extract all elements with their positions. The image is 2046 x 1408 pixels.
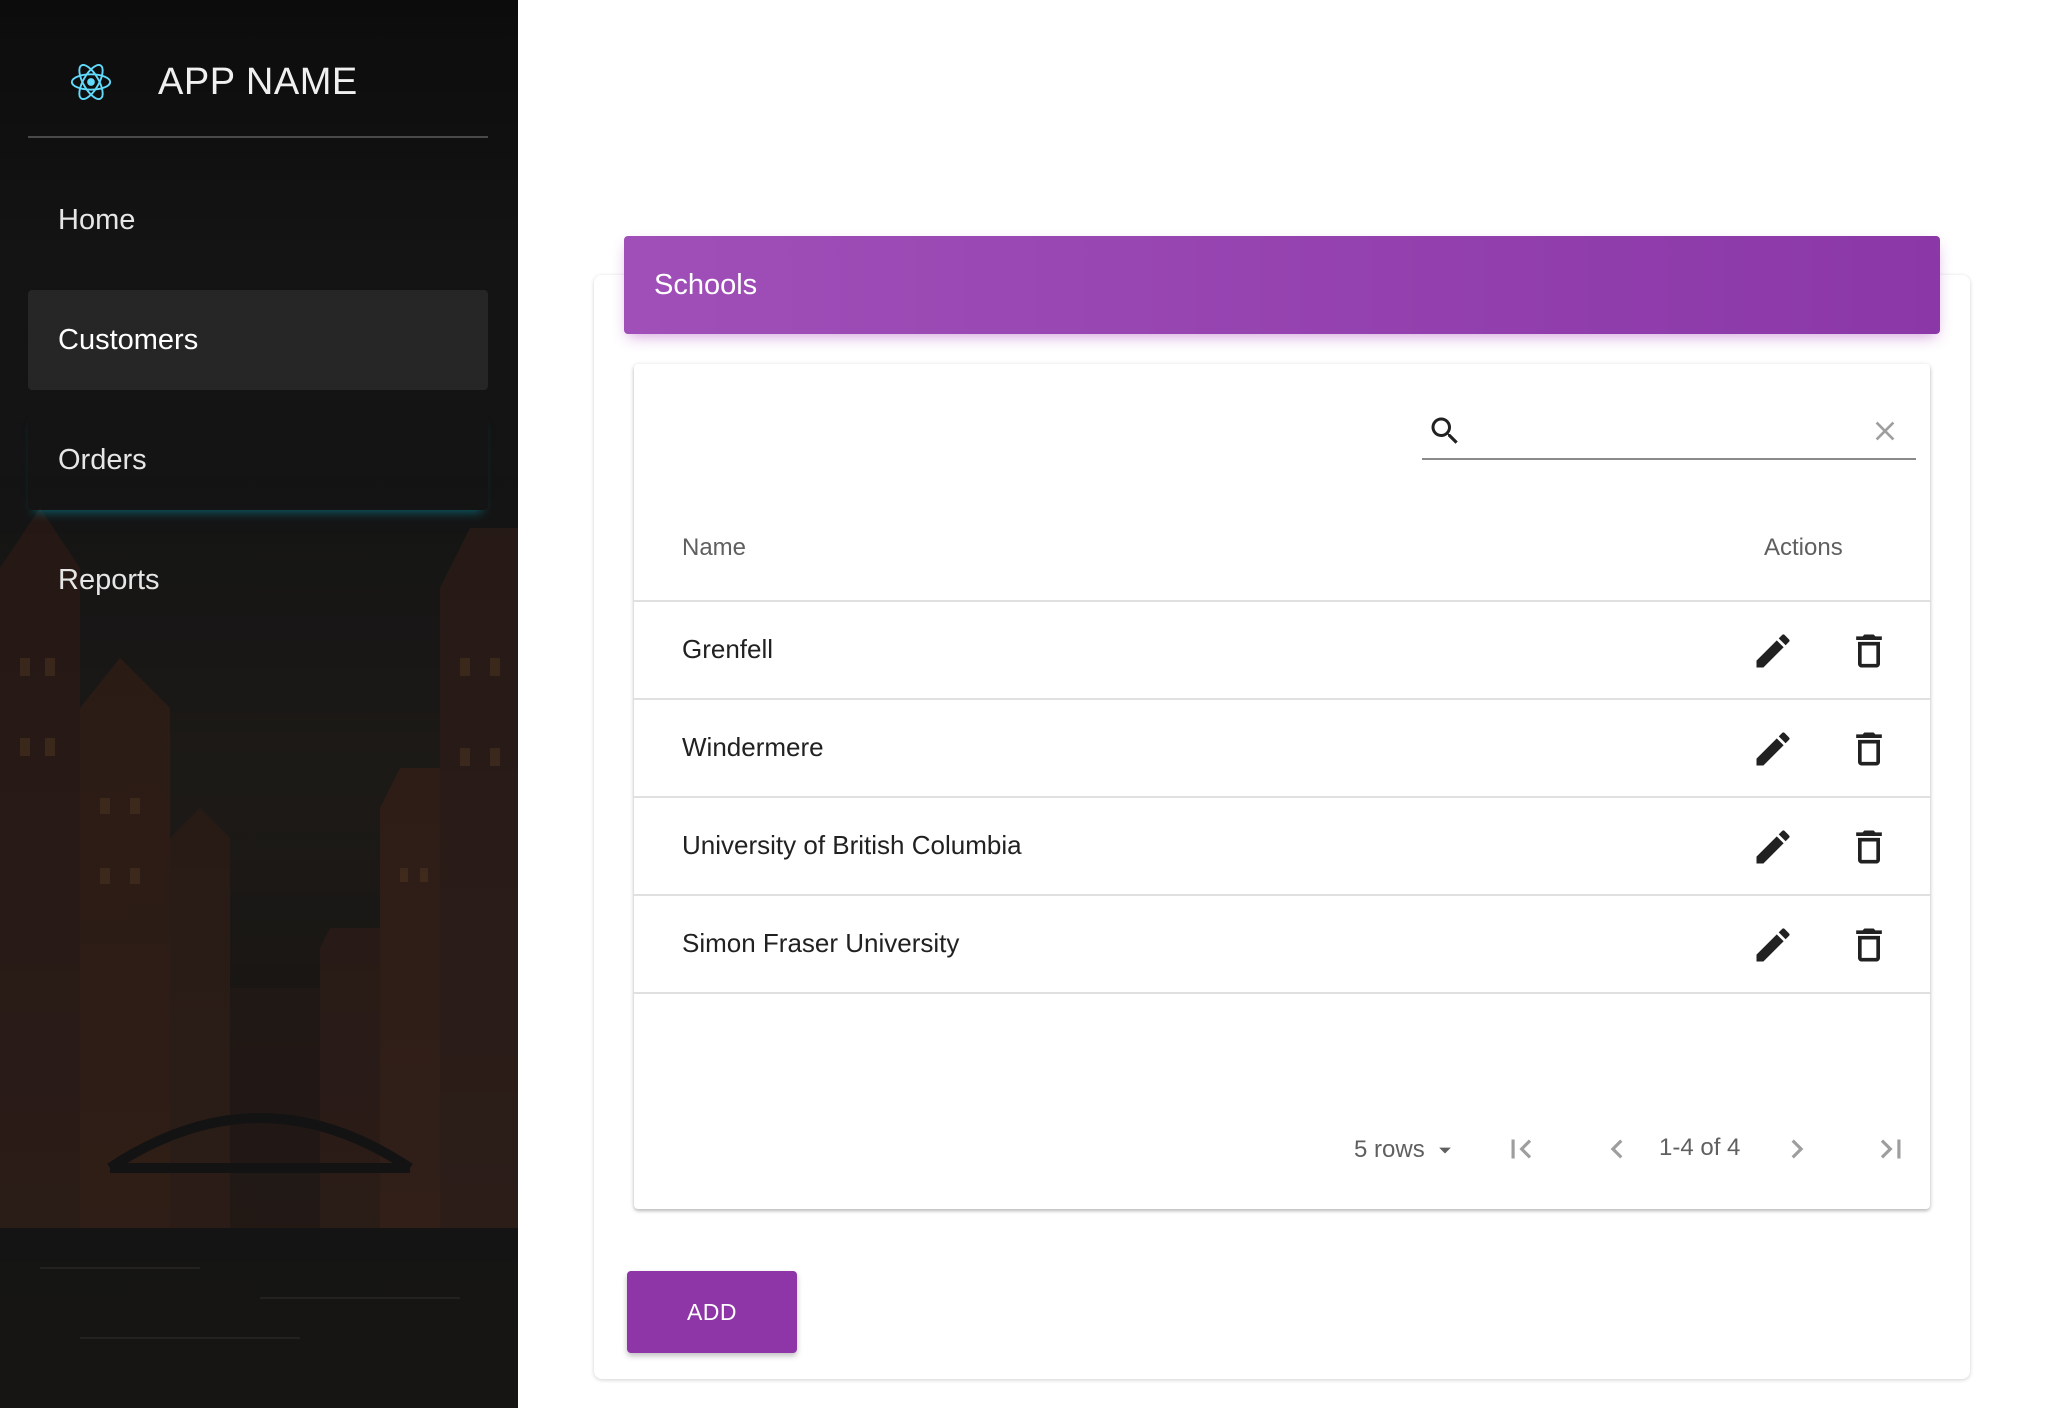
- school-name: University of British Columbia: [682, 830, 1022, 860]
- table-row: Windermere: [634, 700, 1930, 798]
- caret-down-icon: [1431, 1136, 1459, 1164]
- sidebar-item-reports[interactable]: Reports: [28, 530, 488, 630]
- app-name: APP NAME: [158, 60, 358, 103]
- sidebar-item-customers[interactable]: Customers: [28, 290, 488, 390]
- sidebar-item-label: Customers: [58, 323, 199, 356]
- edit-icon[interactable]: [1748, 822, 1798, 872]
- react-atom-icon: [56, 47, 126, 117]
- sidebar-item-label: Reports: [58, 563, 160, 596]
- school-name: Simon Fraser University: [682, 928, 960, 958]
- search-bar: [1422, 404, 1916, 460]
- delete-icon[interactable]: [1844, 822, 1894, 872]
- last-page-icon[interactable]: [1866, 1124, 1916, 1174]
- add-button[interactable]: ADD: [627, 1271, 797, 1353]
- card-title: Schools: [654, 268, 758, 301]
- table-row: Grenfell: [634, 602, 1930, 700]
- sidebar-brand[interactable]: APP NAME: [28, 28, 488, 138]
- sidebar-item-orders[interactable]: Orders: [28, 410, 488, 510]
- delete-icon[interactable]: [1844, 626, 1894, 676]
- sidebar: APP NAME Home Customers Orders Reports: [0, 0, 518, 1408]
- previous-page-icon[interactable]: [1592, 1124, 1642, 1174]
- edit-icon[interactable]: [1748, 724, 1798, 774]
- school-name: Windermere: [682, 732, 824, 762]
- search-icon: [1422, 408, 1468, 454]
- sidebar-item-label: Orders: [58, 443, 147, 476]
- delete-icon[interactable]: [1844, 724, 1894, 774]
- pagination: 5 rows 1-4 of 4: [634, 1124, 1930, 1184]
- search-input[interactable]: [1468, 406, 1862, 456]
- card-header: Schools: [624, 236, 1940, 334]
- next-page-icon[interactable]: [1772, 1124, 1822, 1174]
- edit-icon[interactable]: [1748, 626, 1798, 676]
- sidebar-item-label: Home: [58, 203, 136, 236]
- schools-table: Name Actions Grenfell Windermere Univers…: [634, 364, 1930, 1209]
- edit-icon[interactable]: [1748, 920, 1798, 970]
- close-icon[interactable]: [1862, 408, 1908, 454]
- sidebar-item-home[interactable]: Home: [28, 170, 488, 270]
- sidebar-nav: Home Customers Orders Reports: [28, 170, 488, 650]
- table-row: Simon Fraser University: [634, 896, 1930, 994]
- delete-icon[interactable]: [1844, 920, 1894, 970]
- rows-per-page-select[interactable]: 5 rows: [1354, 1130, 1459, 1170]
- rows-per-page-value: 5 rows: [1354, 1136, 1425, 1163]
- table-header: Name Actions: [634, 494, 1930, 602]
- first-page-icon[interactable]: [1496, 1124, 1546, 1174]
- column-header-actions: Actions: [1764, 534, 1843, 561]
- page-info: 1-4 of 4: [1659, 1134, 1741, 1161]
- school-name: Grenfell: [682, 634, 774, 664]
- column-header-name[interactable]: Name: [682, 534, 746, 562]
- table-row: University of British Columbia: [634, 798, 1930, 896]
